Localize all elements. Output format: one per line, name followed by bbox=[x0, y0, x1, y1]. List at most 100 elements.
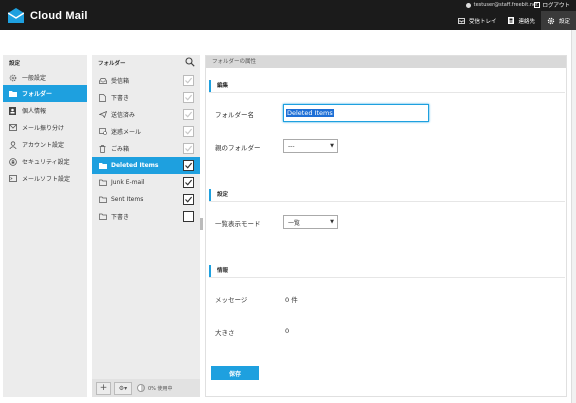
nav-settings-label: 設定 bbox=[558, 18, 570, 25]
subscribe-checkbox[interactable] bbox=[183, 160, 194, 171]
folder-name: Sent Items bbox=[111, 196, 144, 203]
account-icon bbox=[8, 140, 17, 149]
view-mode-value: 一覧 bbox=[288, 219, 301, 227]
folder-item-sent[interactable]: 送信済み bbox=[92, 106, 200, 123]
folder-name: ごみ箱 bbox=[111, 146, 130, 153]
folder-name: 受信箱 bbox=[111, 78, 130, 85]
folder-icon bbox=[98, 195, 107, 204]
folder-properties-panel: フォルダーの属性 編集 フォルダー名 Deleted Items 親のフォルダー… bbox=[205, 55, 567, 397]
app-name: Cloud Mail bbox=[30, 9, 88, 22]
right-scrollbar[interactable] bbox=[571, 30, 576, 403]
folder-icon bbox=[8, 89, 17, 98]
sidebar-item-folders[interactable]: フォルダー bbox=[3, 85, 87, 102]
nav-contacts[interactable]: 連絡先 bbox=[502, 11, 541, 30]
sidebar-item-personal[interactable]: 個人情報 bbox=[3, 102, 87, 119]
messages-value: 0 件 bbox=[285, 296, 298, 304]
folder-name-input[interactable]: Deleted Items bbox=[283, 104, 429, 122]
gear-icon bbox=[8, 73, 17, 82]
section-divider bbox=[209, 201, 565, 202]
view-mode-label: 一覧表示モード bbox=[215, 220, 261, 228]
sidebar-item-general[interactable]: 一般設定 bbox=[3, 69, 87, 86]
folder-icon bbox=[98, 178, 107, 187]
parent-folder-value: --- bbox=[288, 142, 295, 150]
panel-resize-handle[interactable] bbox=[200, 218, 203, 230]
subscribe-checkbox[interactable] bbox=[183, 194, 194, 205]
size-label: 大きさ bbox=[215, 329, 235, 337]
folder-item-deleted-items[interactable]: Deleted Items bbox=[92, 157, 200, 174]
sidebar-item-label: メールソフト設定 bbox=[22, 176, 71, 183]
parent-folder-label: 親のフォルダー bbox=[215, 144, 261, 152]
sidebar-item-security[interactable]: セキュリティ設定 bbox=[3, 153, 87, 170]
chevron-down-icon: ▼ bbox=[330, 219, 334, 225]
quota-usage-text: 0% 使用中 bbox=[148, 385, 173, 392]
user-icon bbox=[465, 2, 471, 8]
folder-name-value: Deleted Items bbox=[286, 109, 334, 117]
nav-contacts-label: 連絡先 bbox=[518, 18, 535, 25]
view-mode-select[interactable]: 一覧 ▼ bbox=[283, 215, 338, 229]
folder-item-sent-items[interactable]: Sent Items bbox=[92, 191, 200, 208]
settings-sidebar-title: 設定 bbox=[9, 61, 21, 67]
parent-folder-select[interactable]: --- ▼ bbox=[283, 139, 338, 153]
inbox-icon bbox=[98, 76, 107, 85]
add-folder-button[interactable]: + bbox=[96, 381, 111, 395]
lock-icon bbox=[8, 157, 17, 166]
folder-name: 送信済み bbox=[111, 112, 136, 119]
folder-options-button[interactable]: ⚙▾ bbox=[114, 381, 132, 395]
sidebar-item-label: 個人情報 bbox=[22, 108, 47, 115]
filter-icon bbox=[8, 123, 17, 132]
draft-icon bbox=[98, 93, 107, 102]
sidebar-item-mail-client[interactable]: メールソフト設定 bbox=[3, 170, 87, 187]
folder-item-trash[interactable]: ごみ箱 bbox=[92, 140, 200, 157]
subscribe-checkbox[interactable] bbox=[183, 177, 194, 188]
subscribe-checkbox[interactable] bbox=[183, 211, 194, 222]
sidebar-item-mail-filter[interactable]: メール振り分け bbox=[3, 119, 87, 136]
subscribe-checkbox bbox=[183, 92, 194, 103]
folder-icon bbox=[98, 161, 107, 170]
size-value: 0 bbox=[285, 327, 290, 335]
app-logo[interactable]: Cloud Mail bbox=[8, 8, 88, 23]
plus-icon: + bbox=[99, 383, 108, 393]
sidebar-item-label: アカウント設定 bbox=[22, 142, 65, 149]
quota-usage: 0% 使用中 bbox=[137, 384, 173, 392]
subscribe-checkbox bbox=[183, 75, 194, 86]
subscribe-checkbox bbox=[183, 143, 194, 154]
section-info: 情報 bbox=[209, 265, 565, 277]
panel-header: フォルダーの属性 bbox=[206, 56, 566, 68]
nav-inbox-label: 受信トレイ bbox=[468, 18, 497, 25]
nav-settings[interactable]: 設定 bbox=[540, 11, 576, 30]
sidebar-item-label: メール振り分け bbox=[22, 125, 65, 132]
junk-icon bbox=[98, 127, 107, 136]
app-header: Cloud Mail testuser@staff.freebit.net ログ… bbox=[0, 0, 576, 30]
messages-label: メッセージ bbox=[215, 296, 248, 304]
logout-link[interactable]: ログアウト bbox=[534, 1, 570, 9]
gear-icon bbox=[547, 17, 555, 24]
contacts-icon bbox=[508, 17, 515, 24]
cloud-mail-logo-icon bbox=[8, 8, 24, 23]
inbox-icon bbox=[458, 17, 465, 24]
subscribe-checkbox bbox=[183, 126, 194, 137]
folder-item-junk-email[interactable]: Junk E-mail bbox=[92, 174, 200, 191]
folder-name: Deleted Items bbox=[111, 162, 159, 169]
nav-inbox[interactable]: 受信トレイ bbox=[452, 11, 503, 30]
folder-name: 下書き bbox=[111, 95, 130, 102]
sidebar-item-account[interactable]: アカウント設定 bbox=[3, 136, 87, 153]
folder-item-inbox[interactable]: 受信箱 bbox=[92, 72, 200, 89]
chevron-down-icon: ▼ bbox=[330, 143, 334, 149]
folder-list-panel: フォルダー 受信箱 下書き 送信済み 迷惑メール ごみ箱 Deleted Ite… bbox=[92, 55, 200, 397]
section-edit: 編集 bbox=[209, 80, 565, 92]
folder-list-title: フォルダー bbox=[98, 61, 126, 67]
folder-item-drafts-custom[interactable]: 下書き bbox=[92, 208, 200, 225]
user-info: testuser@staff.freebit.net bbox=[465, 2, 538, 8]
sidebar-item-label: 一般設定 bbox=[22, 75, 47, 82]
save-button[interactable]: 保存 bbox=[211, 366, 259, 380]
search-icon[interactable] bbox=[185, 57, 195, 67]
user-email: testuser@staff.freebit.net bbox=[473, 2, 538, 8]
folder-item-drafts[interactable]: 下書き bbox=[92, 89, 200, 106]
folder-item-junk[interactable]: 迷惑メール bbox=[92, 123, 200, 140]
folder-list-footer: + ⚙▾ 0% 使用中 bbox=[92, 379, 200, 397]
mail-client-icon bbox=[8, 174, 17, 183]
folder-name: Junk E-mail bbox=[111, 179, 145, 186]
section-settings: 設定 bbox=[209, 189, 565, 201]
sent-icon bbox=[98, 110, 107, 119]
folder-name: 下書き bbox=[111, 214, 130, 221]
